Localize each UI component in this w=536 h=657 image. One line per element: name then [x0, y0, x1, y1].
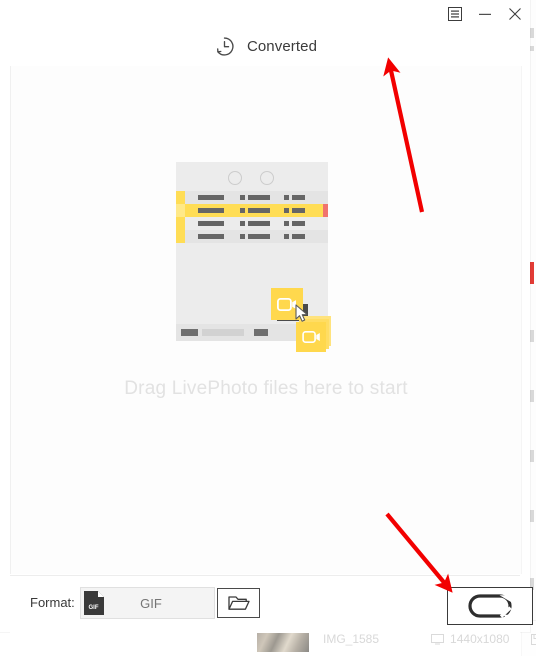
format-value: GIF — [140, 595, 162, 611]
menu-button[interactable] — [440, 1, 470, 27]
background-file-resolution-group: 1440x1080 — [431, 632, 509, 646]
mouse-pointer-icon — [295, 304, 308, 322]
illustration-row-bar — [284, 234, 289, 239]
illustration-row-bar — [284, 195, 289, 200]
menu-icon — [448, 7, 462, 21]
illustration-row-tab — [176, 191, 185, 204]
illustration-row-bar — [248, 221, 270, 226]
illustration-row-tab — [176, 230, 185, 243]
open-folder-button[interactable] — [217, 588, 260, 618]
illustration-row-red-marker — [323, 204, 328, 217]
illustration-list-row-selected — [176, 204, 328, 217]
illustration-row-bar — [248, 208, 270, 213]
illustration-circle — [260, 171, 274, 185]
convert-button[interactable] — [447, 587, 533, 625]
close-button[interactable] — [500, 1, 530, 27]
close-icon — [509, 8, 521, 20]
dropzone-caption: Drag LivePhoto files here to start — [124, 378, 408, 399]
video-camera-icon — [277, 297, 296, 311]
illustration-row-bar — [240, 234, 245, 239]
svg-text:GIF: GIF — [89, 605, 99, 611]
illustration-list-row — [176, 191, 328, 204]
illustration-status-block — [181, 329, 198, 336]
illustration-row-bar — [284, 221, 289, 226]
illustration-list-row — [176, 230, 328, 243]
livephoto-converter-window: Converted Drag LivePhoto files here to s… — [0, 0, 533, 633]
background-file-name: IMG_1585 — [323, 632, 380, 646]
file-dropzone[interactable]: Drag LivePhoto files here to start — [10, 66, 522, 574]
background-file-resolution: 1440x1080 — [450, 632, 510, 646]
dropzone-content: Drag LivePhoto files here to start — [11, 162, 521, 400]
illustration-row-tab — [176, 204, 185, 217]
monitor-icon — [431, 633, 445, 644]
illustration-row-bar — [248, 234, 270, 239]
illustration-status-block — [202, 329, 244, 336]
illustration-status-block — [254, 329, 268, 336]
background-file-type-group: JP — [531, 632, 536, 646]
illustration-row-bar — [292, 221, 305, 226]
illustration-row-bar — [198, 221, 224, 226]
illustration-row-bar — [240, 195, 245, 200]
illustration-row-bar — [198, 195, 224, 200]
illustration-circle — [228, 171, 242, 185]
illustration-row-tab — [176, 217, 185, 230]
illustration-row-bar — [292, 208, 305, 213]
format-label: Format: — [30, 595, 75, 610]
illustration-row-bar — [248, 195, 270, 200]
title-bar — [0, 0, 530, 28]
history-clock-icon — [216, 36, 234, 56]
illustration-row-bar — [198, 234, 224, 239]
illustration-row-bar — [292, 195, 305, 200]
minimize-icon — [479, 13, 491, 15]
illustration-row-bar — [240, 221, 245, 226]
illustration-row-bar — [240, 208, 245, 213]
gif-file-icon: GIF — [84, 591, 104, 615]
convert-loop-icon — [468, 594, 512, 619]
illustration-list-row — [176, 217, 328, 230]
page-title: Converted — [246, 37, 318, 55]
minimize-button[interactable] — [470, 1, 500, 27]
format-select[interactable]: GIF GIF — [80, 587, 215, 619]
illustration-row-bar — [198, 208, 224, 213]
open-folder-icon — [227, 596, 250, 610]
converted-tab-header[interactable]: Converted — [0, 28, 530, 64]
illustration-row-bar — [284, 208, 289, 213]
save-disk-icon — [531, 633, 536, 645]
video-camera-icon — [301, 331, 320, 343]
bottom-toolbar: Format: GIF GIF — [10, 575, 533, 633]
drag-files-illustration — [176, 162, 356, 352]
illustration-row-bar — [292, 234, 305, 239]
video-file-tile-stack — [296, 322, 326, 352]
